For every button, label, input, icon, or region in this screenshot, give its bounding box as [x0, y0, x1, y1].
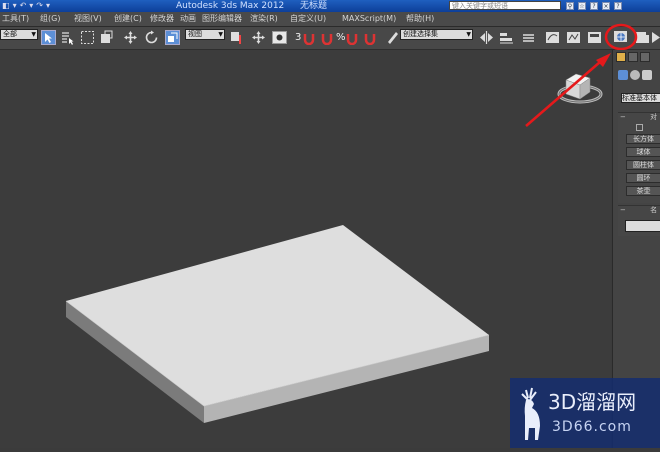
menu-views[interactable]: 视图(V) — [74, 12, 114, 26]
dropdown-icon[interactable]: ▾ — [29, 1, 33, 11]
menu-graph-editors[interactable]: 图形编辑器 — [202, 12, 250, 26]
menu-create[interactable]: 创建(C) — [114, 12, 150, 26]
lights-icon[interactable] — [642, 70, 652, 80]
select-manipulate-icon[interactable] — [251, 30, 266, 45]
reference-coord-dropdown[interactable]: 视图 ▼ — [185, 29, 225, 40]
rotate-icon[interactable] — [144, 30, 159, 45]
title-bar: ◧ ▾ ↶ ▾ ↷ ▾ Autodesk 3ds Max 2012 无标题 键入… — [0, 0, 660, 12]
chevron-down-icon: ▼ — [31, 31, 36, 38]
scale-icon[interactable] — [165, 30, 180, 45]
schematic-view-icon[interactable] — [566, 30, 581, 45]
menu-group[interactable]: 组(G) — [40, 12, 74, 26]
pivot-point-icon[interactable] — [229, 30, 244, 45]
name-color-rollout: − 名 — [618, 205, 660, 236]
sphere-button[interactable]: 球体 — [626, 147, 660, 157]
spinner-snap-icon[interactable] — [363, 30, 378, 45]
box-object[interactable] — [65, 225, 490, 423]
menu-bar: 工具(T) 组(G) 视图(V) 创建(C) 修改器 动画 图形编辑器 渲染(R… — [0, 12, 660, 27]
help-icon[interactable]: ? — [590, 2, 598, 10]
named-selection-dropdown[interactable]: 创建选择集 ▼ — [400, 29, 473, 40]
object-type-title: 对 — [650, 113, 658, 121]
watermark-url: 3D66.com — [552, 419, 632, 435]
minus-icon: − — [620, 113, 626, 121]
torus-button[interactable]: 圆环 — [626, 173, 660, 183]
object-category-dropdown[interactable]: 标准基本体 — [621, 93, 660, 103]
shapes-icon[interactable] — [630, 70, 640, 80]
menu-maxscript[interactable]: MAXScript(M) — [342, 12, 406, 26]
create-tab-icon[interactable] — [616, 52, 626, 62]
rollout-header[interactable]: − 对 — [618, 113, 660, 121]
help-icon[interactable]: ? — [614, 2, 622, 10]
select-object-icon[interactable] — [41, 30, 56, 45]
quick-access-toolbar: ◧ ▾ ↶ ▾ ↷ ▾ — [2, 0, 50, 12]
dropdown-icon[interactable]: ▾ — [13, 1, 17, 11]
search-input[interactable]: 键入关键字或短语 — [449, 1, 561, 10]
keyboard-shortcut-icon[interactable] — [272, 30, 287, 45]
region-select-icon[interactable] — [80, 30, 95, 45]
percent-snap-magnet-icon[interactable] — [345, 30, 360, 45]
layer-manager-icon[interactable] — [521, 30, 536, 45]
app-title: Autodesk 3ds Max 2012 — [176, 1, 285, 11]
undo-icon[interactable]: ↶ — [20, 1, 27, 11]
menu-modifiers[interactable]: 修改器 — [150, 12, 180, 26]
watermark: 3D溜溜网 3D66.com — [510, 378, 660, 448]
select-by-name-icon[interactable] — [60, 30, 75, 45]
app-menu-icon[interactable]: ◧ — [2, 1, 10, 11]
minus-icon: − — [620, 206, 626, 214]
move-icon[interactable] — [123, 30, 138, 45]
deer-logo-icon — [521, 387, 540, 440]
render-production-icon[interactable] — [650, 30, 660, 45]
rollout-header[interactable]: − 名 — [618, 206, 660, 214]
dropdown-icon[interactable]: ▾ — [46, 1, 50, 11]
watermark-title: 3D溜溜网 — [548, 390, 637, 414]
object-category-value: 标准基本体 — [622, 94, 657, 102]
redo-icon[interactable]: ↷ — [36, 1, 43, 11]
box-button[interactable]: 长方体 — [626, 134, 660, 144]
reference-coord-value: 视图 — [188, 30, 202, 38]
menu-help[interactable]: 帮助(H) — [406, 12, 440, 26]
x-icon[interactable]: × — [602, 2, 610, 10]
selection-filter-value: 全部 — [3, 30, 17, 38]
chevron-down-icon: ▼ — [466, 31, 471, 38]
binoculars-icon[interactable]: ⚲ — [566, 2, 574, 10]
name-rollout-title: 名 — [650, 206, 658, 214]
teapot-button[interactable]: 茶壶 — [626, 186, 660, 196]
selection-filter-dropdown[interactable]: 全部 ▼ — [0, 29, 38, 40]
cylinder-button[interactable]: 圆柱体 — [626, 160, 660, 170]
menu-rendering[interactable]: 渲染(R) — [250, 12, 290, 26]
geometry-icon[interactable] — [618, 70, 628, 80]
object-name-input[interactable] — [625, 220, 660, 232]
title-right-icons: ⚲ ☆ ? × ? — [566, 0, 622, 12]
autogrid-checkbox[interactable] — [636, 124, 643, 131]
menu-animation[interactable]: 动画 — [180, 12, 202, 26]
angle-snap-icon[interactable] — [320, 30, 335, 45]
scene-name: 无标题 — [300, 1, 328, 11]
menu-tools[interactable]: 工具(T) — [2, 12, 40, 26]
curve-editor-icon[interactable] — [545, 30, 560, 45]
mirror-icon[interactable] — [479, 30, 494, 45]
named-selection-value: 创建选择集 — [403, 30, 438, 38]
hierarchy-tab-icon[interactable] — [640, 52, 650, 62]
chevron-down-icon: ▼ — [218, 31, 223, 38]
window-crossing-icon[interactable] — [99, 30, 114, 45]
main-toolbar: 全部 ▼ 视图 ▼ 3 % 创建选择集 ▼ — [0, 27, 660, 50]
snap-magnet-icon[interactable] — [302, 30, 317, 45]
align-icon[interactable] — [499, 30, 514, 45]
star-icon[interactable]: ☆ — [578, 2, 586, 10]
edit-named-selection-icon[interactable] — [385, 30, 400, 45]
menu-customize[interactable]: 自定义(U) — [290, 12, 342, 26]
modify-tab-icon[interactable] — [628, 52, 638, 62]
create-subtabs — [613, 70, 660, 84]
command-panel-tabs — [613, 52, 660, 66]
object-type-rollout: − 对 长方体 球体 圆柱体 圆环 茶壶 — [618, 112, 660, 203]
